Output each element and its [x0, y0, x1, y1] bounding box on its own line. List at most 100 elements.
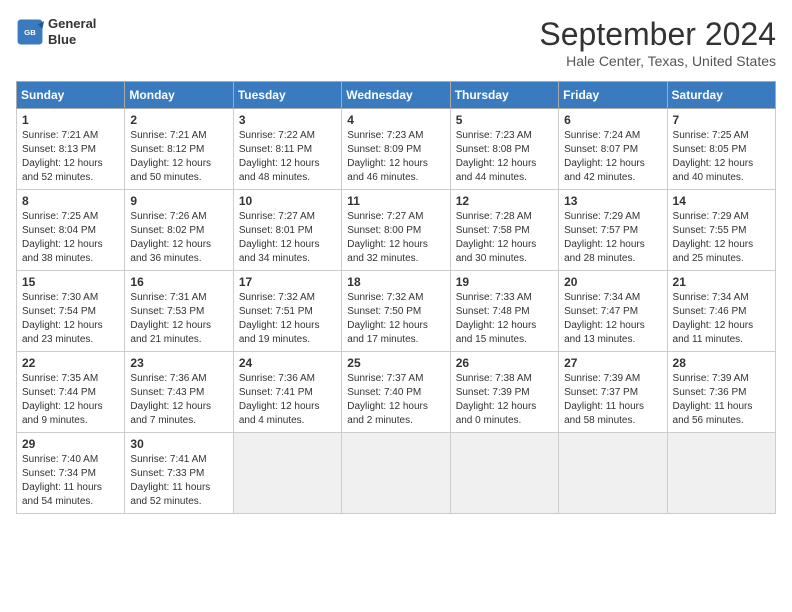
- day-info: Sunrise: 7:27 AM Sunset: 8:00 PM Dayligh…: [347, 210, 444, 266]
- logo-line2: Blue: [48, 32, 96, 48]
- day-info: Sunrise: 7:31 AM Sunset: 7:53 PM Dayligh…: [130, 291, 227, 347]
- calendar-cell: 17Sunrise: 7:32 AM Sunset: 7:51 PM Dayli…: [233, 271, 341, 352]
- day-number: 3: [239, 113, 336, 127]
- calendar-cell: 5 Sunrise: 7:23 AM Sunset: 8:08 PM Daylig…: [450, 109, 558, 190]
- calendar-cell: 6 Sunrise: 7:24 AM Sunset: 8:07 PM Daylig…: [559, 109, 667, 190]
- day-info: Sunrise: 7:24 AM Sunset: 8:07 PM Dayligh…: [564, 129, 661, 185]
- col-header-sunday: Sunday: [17, 82, 125, 109]
- day-number: 27: [564, 356, 661, 370]
- day-info: Sunrise: 7:38 AM Sunset: 7:39 PM Dayligh…: [456, 372, 553, 428]
- day-number: 28: [673, 356, 770, 370]
- calendar-cell: 13 Sunrise: 7:29 AM Sunset: 7:57 PM Dayli…: [559, 190, 667, 271]
- day-number: 16: [130, 275, 227, 289]
- day-info: Sunrise: 7:25 AM Sunset: 8:04 PM Dayligh…: [22, 210, 119, 266]
- day-number: 22: [22, 356, 119, 370]
- day-number: 18: [347, 275, 444, 289]
- col-header-friday: Friday: [559, 82, 667, 109]
- day-number: 29: [22, 437, 119, 451]
- day-info: Sunrise: 7:34 AM Sunset: 7:47 PM Dayligh…: [564, 291, 661, 347]
- calendar-cell: [667, 433, 775, 514]
- calendar-row: 29 Sunrise: 7:40 AM Sunset: 7:34 PM Dayli…: [17, 433, 776, 514]
- calendar-cell: 22 Sunrise: 7:35 AM Sunset: 7:44 PM Dayli…: [17, 352, 125, 433]
- calendar-cell: 14 Sunrise: 7:29 AM Sunset: 7:55 PM Dayli…: [667, 190, 775, 271]
- calendar-cell: 27 Sunrise: 7:39 AM Sunset: 7:37 PM Dayli…: [559, 352, 667, 433]
- day-info: Sunrise: 7:25 AM Sunset: 8:05 PM Dayligh…: [673, 129, 770, 185]
- day-number: 5: [456, 113, 553, 127]
- day-info: Sunrise: 7:23 AM Sunset: 8:09 PM Dayligh…: [347, 129, 444, 185]
- day-info: Sunrise: 7:39 AM Sunset: 7:36 PM Dayligh…: [673, 372, 770, 428]
- day-number: 8: [22, 194, 119, 208]
- day-info: Sunrise: 7:32 AM Sunset: 7:50 PM Dayligh…: [347, 291, 444, 347]
- calendar-cell: 19Sunrise: 7:33 AM Sunset: 7:48 PM Dayli…: [450, 271, 558, 352]
- location: Hale Center, Texas, United States: [539, 53, 776, 69]
- calendar-cell: 3Sunrise: 7:22 AM Sunset: 8:11 PM Daylig…: [233, 109, 341, 190]
- month-title: September 2024: [539, 16, 776, 53]
- day-number: 26: [456, 356, 553, 370]
- day-number: 12: [456, 194, 553, 208]
- logo-icon: GB: [16, 18, 44, 46]
- calendar-cell: 9Sunrise: 7:26 AM Sunset: 8:02 PM Daylig…: [125, 190, 233, 271]
- calendar-cell: 30 Sunrise: 7:41 AM Sunset: 7:33 PM Dayli…: [125, 433, 233, 514]
- calendar-body: 1Sunrise: 7:21 AM Sunset: 8:13 PM Daylig…: [17, 109, 776, 514]
- calendar-row: 8 Sunrise: 7:25 AM Sunset: 8:04 PM Daylig…: [17, 190, 776, 271]
- day-number: 24: [239, 356, 336, 370]
- calendar-row: 22 Sunrise: 7:35 AM Sunset: 7:44 PM Dayli…: [17, 352, 776, 433]
- calendar-cell: 18 Sunrise: 7:32 AM Sunset: 7:50 PM Dayli…: [342, 271, 450, 352]
- calendar-cell: 10 Sunrise: 7:27 AM Sunset: 8:01 PM Dayli…: [233, 190, 341, 271]
- day-number: 14: [673, 194, 770, 208]
- title-block: September 2024 Hale Center, Texas, Unite…: [539, 16, 776, 69]
- day-info: Sunrise: 7:39 AM Sunset: 7:37 PM Dayligh…: [564, 372, 661, 428]
- day-number: 13: [564, 194, 661, 208]
- day-info: Sunrise: 7:35 AM Sunset: 7:44 PM Dayligh…: [22, 372, 119, 428]
- day-number: 10: [239, 194, 336, 208]
- calendar-cell: 8 Sunrise: 7:25 AM Sunset: 8:04 PM Daylig…: [17, 190, 125, 271]
- day-number: 19: [456, 275, 553, 289]
- calendar-cell: 1Sunrise: 7:21 AM Sunset: 8:13 PM Daylig…: [17, 109, 125, 190]
- calendar-cell: 29 Sunrise: 7:40 AM Sunset: 7:34 PM Dayli…: [17, 433, 125, 514]
- day-number: 6: [564, 113, 661, 127]
- logo-text: General Blue: [48, 16, 96, 47]
- day-info: Sunrise: 7:29 AM Sunset: 7:57 PM Dayligh…: [564, 210, 661, 266]
- day-number: 9: [130, 194, 227, 208]
- calendar-row: 15Sunrise: 7:30 AM Sunset: 7:54 PM Dayli…: [17, 271, 776, 352]
- day-info: Sunrise: 7:27 AM Sunset: 8:01 PM Dayligh…: [239, 210, 336, 266]
- day-info: Sunrise: 7:40 AM Sunset: 7:34 PM Dayligh…: [22, 453, 119, 509]
- logo: GB General Blue: [16, 16, 96, 47]
- day-info: Sunrise: 7:36 AM Sunset: 7:41 PM Dayligh…: [239, 372, 336, 428]
- day-info: Sunrise: 7:32 AM Sunset: 7:51 PM Dayligh…: [239, 291, 336, 347]
- calendar-cell: 25 Sunrise: 7:37 AM Sunset: 7:40 PM Dayli…: [342, 352, 450, 433]
- header-row: SundayMondayTuesdayWednesdayThursdayFrid…: [17, 82, 776, 109]
- calendar-cell: 26 Sunrise: 7:38 AM Sunset: 7:39 PM Dayli…: [450, 352, 558, 433]
- calendar-cell: [342, 433, 450, 514]
- day-info: Sunrise: 7:41 AM Sunset: 7:33 PM Dayligh…: [130, 453, 227, 509]
- day-number: 2: [130, 113, 227, 127]
- calendar-cell: 28 Sunrise: 7:39 AM Sunset: 7:36 PM Dayli…: [667, 352, 775, 433]
- day-info: Sunrise: 7:23 AM Sunset: 8:08 PM Dayligh…: [456, 129, 553, 185]
- calendar-cell: [450, 433, 558, 514]
- day-number: 7: [673, 113, 770, 127]
- calendar-cell: 11 Sunrise: 7:27 AM Sunset: 8:00 PM Dayli…: [342, 190, 450, 271]
- col-header-wednesday: Wednesday: [342, 82, 450, 109]
- day-number: 4: [347, 113, 444, 127]
- col-header-thursday: Thursday: [450, 82, 558, 109]
- calendar-cell: 12 Sunrise: 7:28 AM Sunset: 7:58 PM Dayli…: [450, 190, 558, 271]
- logo-line1: General: [48, 16, 96, 32]
- calendar-cell: [233, 433, 341, 514]
- day-info: Sunrise: 7:29 AM Sunset: 7:55 PM Dayligh…: [673, 210, 770, 266]
- day-number: 25: [347, 356, 444, 370]
- page-header: GB General Blue September 2024 Hale Cent…: [16, 16, 776, 69]
- calendar-cell: 7 Sunrise: 7:25 AM Sunset: 8:05 PM Daylig…: [667, 109, 775, 190]
- col-header-monday: Monday: [125, 82, 233, 109]
- col-header-tuesday: Tuesday: [233, 82, 341, 109]
- calendar-cell: 21Sunrise: 7:34 AM Sunset: 7:46 PM Dayli…: [667, 271, 775, 352]
- day-number: 20: [564, 275, 661, 289]
- day-number: 11: [347, 194, 444, 208]
- calendar-cell: 15Sunrise: 7:30 AM Sunset: 7:54 PM Dayli…: [17, 271, 125, 352]
- day-info: Sunrise: 7:28 AM Sunset: 7:58 PM Dayligh…: [456, 210, 553, 266]
- day-number: 30: [130, 437, 227, 451]
- col-header-saturday: Saturday: [667, 82, 775, 109]
- day-info: Sunrise: 7:37 AM Sunset: 7:40 PM Dayligh…: [347, 372, 444, 428]
- day-number: 1: [22, 113, 119, 127]
- day-number: 15: [22, 275, 119, 289]
- day-number: 23: [130, 356, 227, 370]
